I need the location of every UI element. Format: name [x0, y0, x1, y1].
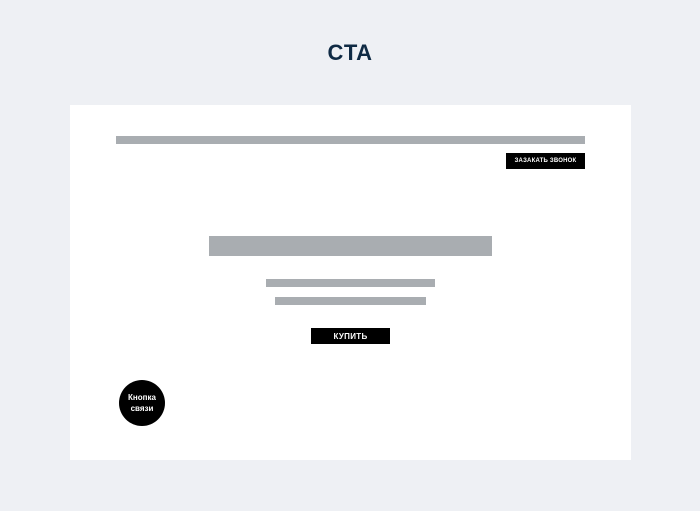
wireframe-canvas: ЗАЗАКАТЬ ЗВОНОК КУПИТЬ Кнопка связи: [70, 105, 631, 460]
page-title: CTA: [327, 40, 373, 65]
header-text-placeholder: [116, 136, 585, 144]
hero-text-placeholder: [275, 297, 426, 305]
contact-button[interactable]: Кнопка связи: [119, 380, 165, 426]
callback-button[interactable]: ЗАЗАКАТЬ ЗВОНОК: [506, 153, 585, 169]
hero-title-placeholder: [209, 236, 492, 256]
contact-button-label: Кнопка: [128, 393, 156, 402]
buy-button[interactable]: КУПИТЬ: [311, 328, 390, 344]
contact-button-label: связи: [130, 404, 154, 413]
hero-text-placeholder: [266, 279, 435, 287]
